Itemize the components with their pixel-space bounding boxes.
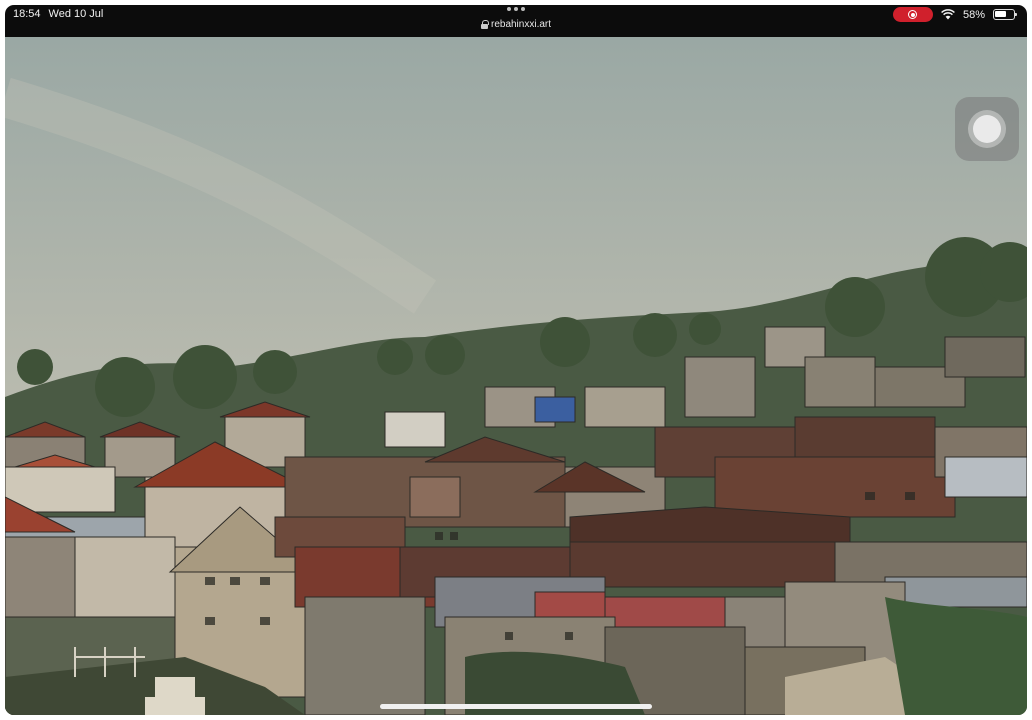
lock-icon [480, 20, 489, 29]
status-time: 18:54 [13, 8, 41, 20]
screen-record-icon[interactable] [892, 7, 933, 22]
assistive-touch-icon [968, 110, 1006, 148]
status-left: 18:54 Wed 10 Jul [13, 8, 103, 20]
hillside-village-image [5, 37, 1027, 715]
assistive-touch-button[interactable] [955, 97, 1019, 161]
multitask-dots-icon[interactable] [507, 7, 525, 11]
address-bar[interactable]: rebahinxxi.art [480, 19, 552, 30]
battery-percent: 58% [962, 8, 985, 21]
video-frame[interactable] [5, 37, 1027, 715]
home-indicator[interactable] [380, 704, 652, 709]
url-text: rebahinxxi.art [490, 19, 552, 30]
status-date: Wed 10 Jul [48, 8, 104, 20]
status-right: 58% [892, 7, 1017, 22]
ipad-screen: 18:54 Wed 10 Jul 58% rebahinxxi.art [0, 0, 1032, 720]
battery-icon [993, 9, 1017, 20]
wifi-icon [941, 9, 955, 20]
